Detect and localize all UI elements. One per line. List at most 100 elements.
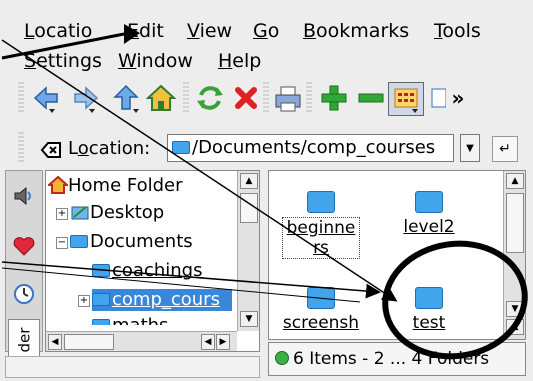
expand-toggle[interactable]: + bbox=[78, 295, 90, 307]
folder-icon bbox=[92, 293, 110, 306]
tree-item-label: maths bbox=[112, 315, 168, 325]
iconview-vertical-scrollbar[interactable]: ▲ ▼ ▲ bbox=[503, 171, 525, 339]
menu-location[interactable]: Locatio bbox=[24, 20, 92, 42]
tab-folder[interactable]: der bbox=[8, 319, 40, 361]
folder-icon bbox=[307, 191, 335, 213]
tab-folder-label: der bbox=[14, 327, 33, 353]
chevron-down-icon: ▼ bbox=[245, 314, 253, 324]
scroll-thumb[interactable] bbox=[506, 193, 524, 253]
file-item-label-wrap: rs bbox=[313, 238, 329, 258]
location-label: Location: bbox=[68, 138, 150, 159]
toolbar-overflow-button[interactable]: » bbox=[448, 82, 468, 114]
menu-edit-mnemonic: E bbox=[127, 20, 140, 42]
chevron-left-icon: ◀ bbox=[204, 337, 212, 347]
file-item-test[interactable]: test bbox=[379, 287, 479, 333]
chevron-down-icon: ▼ bbox=[466, 142, 474, 154]
menu-bookmarks-label: ookmarks bbox=[316, 20, 410, 42]
tree-item-label: Desktop bbox=[90, 202, 165, 223]
menu-window-label: indow bbox=[136, 50, 193, 72]
zoom-out-button[interactable] bbox=[355, 82, 387, 114]
tab-media[interactable] bbox=[8, 175, 40, 217]
tree-item-label: comp_cours bbox=[112, 289, 220, 310]
menu-edit[interactable]: Edit bbox=[127, 20, 164, 42]
menu-go-label: o bbox=[267, 20, 280, 42]
tree-item-comp-courses[interactable]: comp_cours bbox=[92, 289, 232, 311]
menu-help[interactable]: Help bbox=[218, 50, 261, 72]
tree-item-documents[interactable]: Documents bbox=[70, 231, 193, 253]
menu-view-mnemonic: V bbox=[187, 20, 200, 42]
menu-view[interactable]: View bbox=[187, 20, 232, 42]
heart-icon bbox=[13, 237, 35, 256]
scroll-left-button-2[interactable]: ◀ bbox=[201, 334, 215, 350]
file-item-level2[interactable]: level2 bbox=[379, 191, 479, 237]
menu-window[interactable]: Window bbox=[118, 50, 193, 72]
status-bar: 6 Items - 2 ... 4 Folders bbox=[268, 342, 526, 376]
folder-icon bbox=[92, 264, 110, 277]
tree-item-maths[interactable]: maths bbox=[92, 313, 168, 325]
menu-window-mnemonic: W bbox=[118, 50, 137, 72]
scroll-up-button[interactable]: ▲ bbox=[506, 173, 524, 189]
menu-bookmarks[interactable]: Bookmarks bbox=[303, 20, 409, 42]
tab-history[interactable] bbox=[8, 273, 40, 315]
desktop-icon bbox=[71, 206, 89, 220]
toolbar-handle[interactable] bbox=[18, 82, 24, 114]
folder-icon bbox=[92, 319, 110, 325]
toolbar-separator-2 bbox=[263, 82, 269, 114]
scroll-thumb[interactable] bbox=[240, 193, 258, 223]
status-ok-icon bbox=[275, 351, 289, 365]
main-toolbar: » bbox=[0, 82, 533, 122]
file-item-beginners[interactable]: beginne rs bbox=[271, 191, 371, 259]
tree-item-home[interactable]: Home Folder bbox=[46, 175, 183, 197]
file-item-label: beginne bbox=[286, 218, 356, 238]
up-icon bbox=[113, 84, 139, 113]
expand-toggle[interactable]: + bbox=[56, 208, 68, 220]
home-button[interactable] bbox=[145, 82, 177, 114]
folder-icon bbox=[415, 287, 443, 309]
collapse-toggle[interactable]: − bbox=[56, 237, 68, 249]
icon-view-icon bbox=[394, 88, 418, 113]
scroll-left-button[interactable]: ◀ bbox=[48, 334, 62, 350]
scroll-up-button[interactable]: ▲ bbox=[240, 173, 258, 189]
menu-help-mnemonic: H bbox=[218, 50, 233, 72]
menu-view-label: iew bbox=[199, 20, 233, 42]
horizontal-scroll-thumb[interactable] bbox=[64, 334, 114, 350]
file-icon-view: beginne rs level2 screensh test ▲ ▼ ▲ bbox=[268, 170, 526, 340]
forward-button[interactable] bbox=[70, 82, 102, 114]
clear-location-icon bbox=[40, 142, 61, 158]
stop-button[interactable] bbox=[230, 82, 262, 114]
tree-horizontal-scrollbar[interactable]: ◀ ◀ ▶ bbox=[46, 331, 237, 351]
location-bar-handle[interactable] bbox=[18, 132, 24, 164]
location-dropdown-button[interactable]: ▼ bbox=[460, 134, 480, 162]
menu-settings[interactable]: Settings bbox=[24, 50, 102, 72]
go-button[interactable]: ↵ bbox=[492, 136, 518, 162]
detail-view-icon bbox=[431, 88, 446, 108]
reload-button[interactable] bbox=[194, 82, 226, 114]
scroll-down-button[interactable]: ▼ bbox=[506, 301, 524, 317]
tree-vertical-scrollbar[interactable]: ▲ ▼ bbox=[237, 171, 259, 331]
folder-icon bbox=[172, 141, 190, 154]
menu-go[interactable]: Go bbox=[253, 20, 279, 42]
icon-view-button[interactable] bbox=[388, 82, 424, 116]
back-button[interactable] bbox=[30, 82, 62, 114]
menu-edit-label: dit bbox=[139, 20, 164, 42]
stop-icon bbox=[235, 87, 257, 109]
tree-item-label: coachings bbox=[112, 260, 203, 281]
print-button[interactable] bbox=[272, 82, 304, 114]
file-item-screenshots[interactable]: screensh bbox=[271, 287, 371, 333]
zoom-in-button[interactable] bbox=[318, 82, 350, 114]
location-input[interactable]: /Documents/comp_courses bbox=[167, 134, 454, 162]
scroll-down-button[interactable]: ▼ bbox=[240, 311, 258, 327]
folder-icon bbox=[415, 191, 443, 213]
menu-tools[interactable]: Tools bbox=[434, 20, 481, 42]
up-button[interactable] bbox=[110, 82, 142, 114]
clear-location-button[interactable] bbox=[40, 140, 62, 164]
location-value: /Documents/comp_courses bbox=[192, 137, 436, 158]
scroll-up-button-2[interactable]: ▲ bbox=[506, 319, 524, 335]
tree-item-coachings[interactable]: coachings bbox=[92, 260, 202, 282]
tab-bookmarks[interactable] bbox=[8, 225, 40, 267]
tree-item-label: Home Folder bbox=[68, 175, 183, 196]
forward-icon bbox=[74, 86, 99, 113]
scroll-right-button[interactable]: ▶ bbox=[216, 334, 230, 350]
tree-item-desktop[interactable]: Desktop bbox=[70, 202, 164, 224]
detail-view-button[interactable] bbox=[430, 82, 446, 114]
